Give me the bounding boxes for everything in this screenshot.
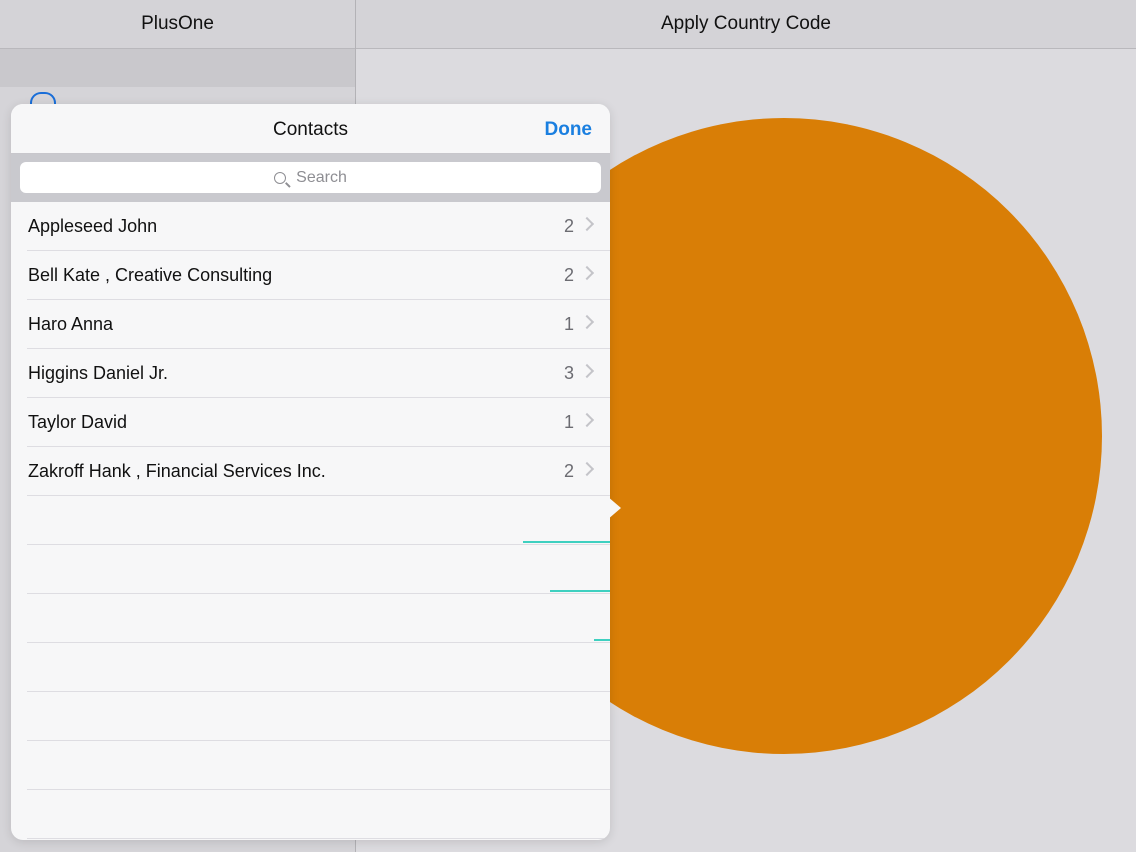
chevron-right-icon (579, 412, 595, 428)
contact-count: 2 (563, 461, 574, 481)
empty-row (27, 496, 610, 545)
contact-count: 2 (563, 216, 574, 236)
chevron-right-icon (579, 265, 595, 281)
empty-row (27, 790, 610, 839)
contact-row[interactable]: Higgins Daniel Jr. 3 (27, 349, 610, 398)
search-bar: Search (11, 154, 610, 202)
contact-name: Higgins Daniel Jr. (28, 363, 169, 383)
contact-count: 2 (563, 265, 574, 285)
search-input[interactable]: Search (20, 162, 601, 193)
contact-name: Zakroff Hank , Financial Services Inc. (28, 461, 326, 481)
master-nav-bar: PlusOne (0, 0, 355, 49)
contact-count: 1 (563, 314, 574, 334)
contacts-popover: Contacts Done Search Appleseed John 2 Be… (11, 104, 610, 840)
empty-row (27, 692, 610, 741)
detail-nav-bar: Apply Country Code (356, 0, 1136, 49)
master-section-header (0, 49, 355, 87)
contact-row[interactable]: Haro Anna 1 (27, 300, 610, 349)
contact-count: 1 (563, 412, 574, 432)
chevron-right-icon (579, 314, 595, 330)
empty-row (27, 594, 610, 643)
chevron-right-icon (579, 216, 595, 232)
search-placeholder: Search (296, 168, 347, 186)
contact-row[interactable]: Taylor David 1 (27, 398, 610, 447)
popover-header: Contacts Done (11, 104, 610, 154)
teal-mark (523, 541, 610, 543)
chevron-right-icon (579, 461, 595, 477)
popover-title: Contacts (273, 119, 348, 140)
empty-row (27, 741, 610, 790)
chevron-right-icon (579, 363, 595, 379)
contact-name: Appleseed John (28, 216, 158, 236)
contact-count: 3 (563, 363, 574, 383)
contact-name: Haro Anna (28, 314, 114, 334)
teal-mark (594, 639, 610, 641)
contact-name: Bell Kate , Creative Consulting (28, 265, 273, 285)
master-nav-title: PlusOne (141, 13, 214, 34)
empty-row (27, 545, 610, 594)
empty-row (27, 643, 610, 692)
detail-nav-title: Apply Country Code (660, 13, 832, 34)
done-button[interactable]: Done (545, 119, 593, 141)
contact-name: Taylor David (28, 412, 128, 432)
contact-row[interactable]: Appleseed John 2 (27, 202, 610, 251)
contact-row[interactable]: Zakroff Hank , Financial Services Inc. 2 (27, 447, 610, 496)
teal-mark (550, 590, 610, 592)
search-icon (274, 171, 287, 184)
contacts-list: Appleseed John 2 Bell Kate , Creative Co… (11, 202, 610, 839)
contact-row[interactable]: Bell Kate , Creative Consulting 2 (27, 251, 610, 300)
popover-arrow (607, 496, 621, 520)
